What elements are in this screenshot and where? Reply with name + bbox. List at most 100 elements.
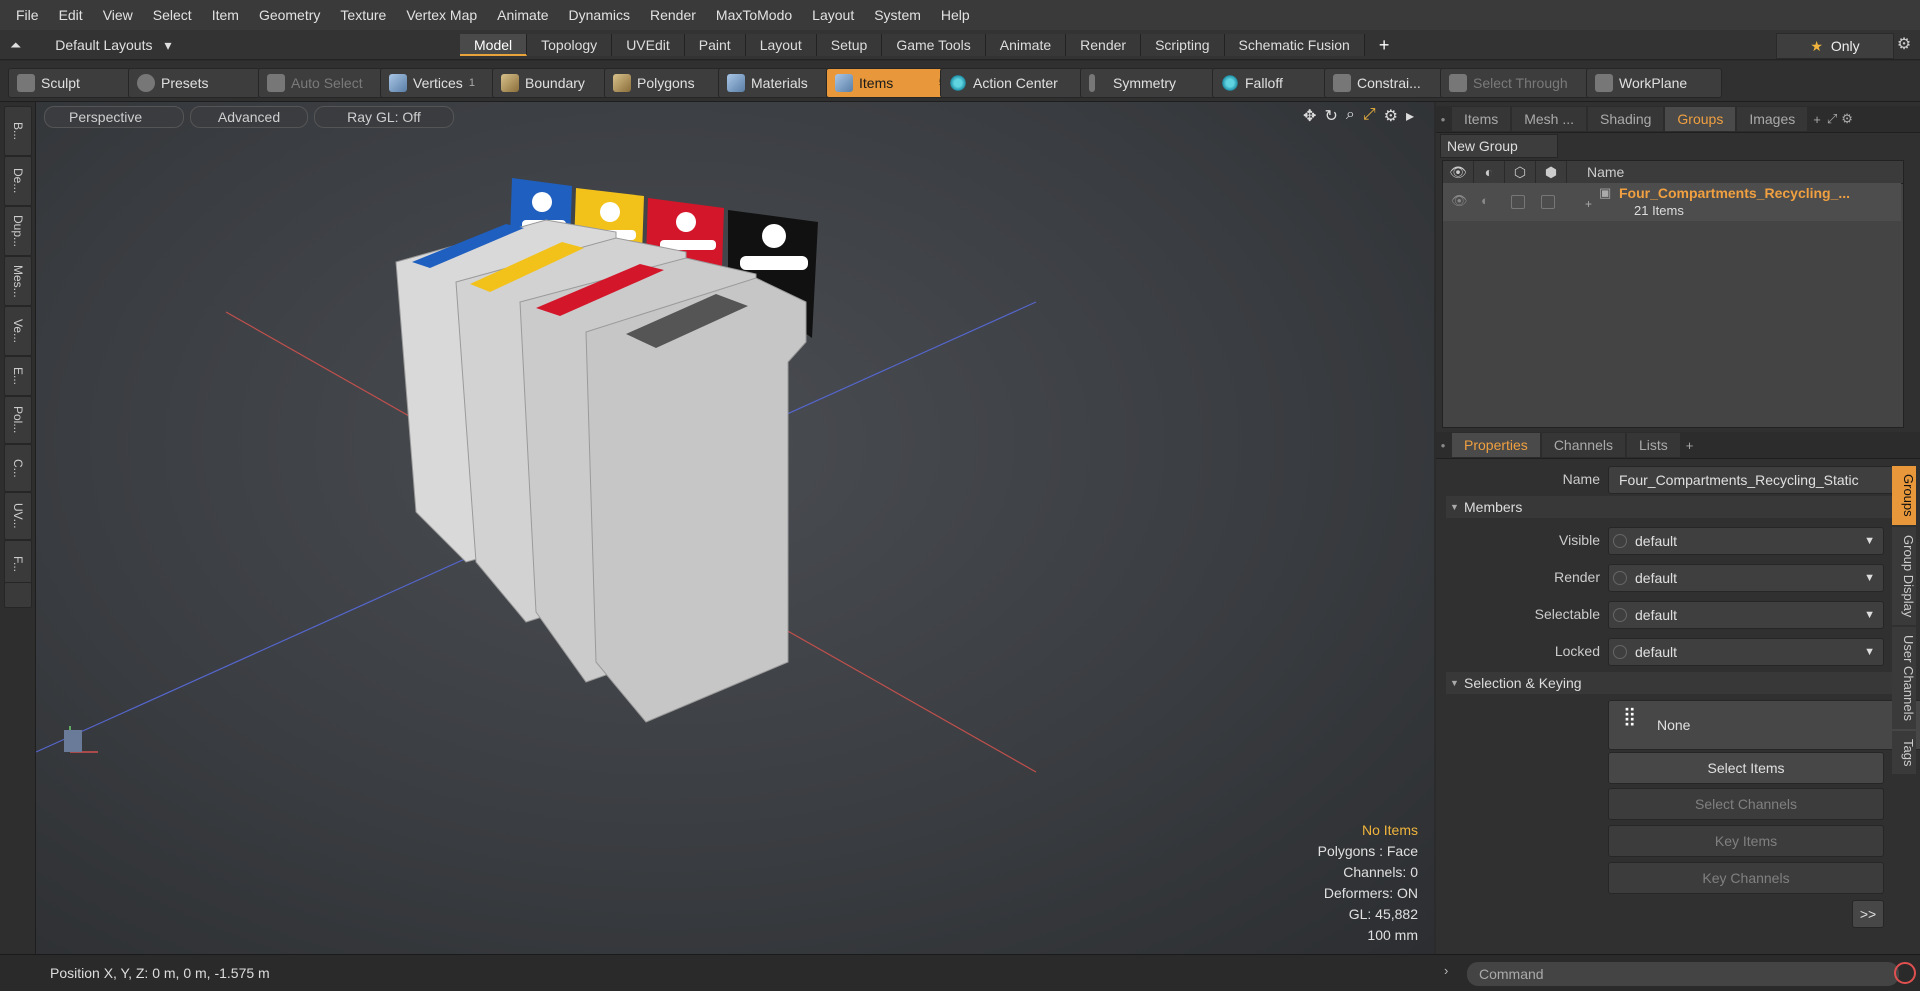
- layout-selector[interactable]: ⏶ Default Layouts ▾: [10, 30, 172, 60]
- menu-geometry[interactable]: Geometry: [249, 0, 330, 30]
- tab-shading[interactable]: Shading: [1588, 107, 1664, 131]
- left-tab-basic[interactable]: B...: [4, 106, 32, 156]
- items-button[interactable]: Items5: [826, 68, 954, 98]
- menu-render[interactable]: Render: [640, 0, 706, 30]
- menu-file[interactable]: File: [6, 0, 49, 30]
- left-tab-curve[interactable]: C...: [4, 444, 32, 492]
- gear-icon[interactable]: ⚙: [1892, 33, 1916, 57]
- tab-animate[interactable]: Animate: [985, 34, 1067, 56]
- expand-plus-icon[interactable]: +: [1585, 197, 1592, 211]
- left-tab-polygon[interactable]: Pol...: [4, 396, 32, 444]
- lock-icon[interactable]: ⬢: [1536, 161, 1567, 183]
- sculpt-button[interactable]: Sculpt: [8, 68, 144, 98]
- menu-texture[interactable]: Texture: [330, 0, 396, 30]
- key-items-button[interactable]: Key Items: [1608, 825, 1884, 857]
- group-name-field[interactable]: Four_Compartments_Recycling_Static: [1608, 466, 1894, 494]
- menu-item[interactable]: Item: [202, 0, 249, 30]
- auto-select-button[interactable]: Auto Select: [258, 68, 396, 98]
- tab-setup[interactable]: Setup: [816, 34, 883, 56]
- key-channels-button[interactable]: Key Channels: [1608, 862, 1884, 894]
- tab-topology[interactable]: Topology: [527, 34, 613, 56]
- left-tab-deform[interactable]: De...: [4, 156, 32, 206]
- row-select-checkbox[interactable]: [1511, 195, 1525, 209]
- tab-game-tools[interactable]: Game Tools: [882, 34, 986, 56]
- tab-groups[interactable]: Groups: [1665, 107, 1736, 131]
- selectable-dropdown[interactable]: default ▼: [1608, 601, 1884, 629]
- left-tab-uv[interactable]: UV...: [4, 492, 32, 540]
- presets-button[interactable]: Presets: [128, 68, 260, 98]
- select-channels-button[interactable]: Select Channels: [1608, 788, 1884, 820]
- select-lock-icon[interactable]: ⬡: [1505, 161, 1536, 183]
- tab-model[interactable]: Model: [460, 34, 528, 56]
- render-dropdown[interactable]: default ▼: [1608, 564, 1884, 592]
- left-tab-duplicate[interactable]: Dup...: [4, 206, 32, 256]
- tab-paint[interactable]: Paint: [684, 34, 746, 56]
- constraints-button[interactable]: Constrai...: [1324, 68, 1456, 98]
- menu-layout[interactable]: Layout: [802, 0, 864, 30]
- tab-layout[interactable]: Layout: [745, 34, 817, 56]
- materials-button[interactable]: Materials: [718, 68, 842, 98]
- workplane-button[interactable]: WorkPlane: [1586, 68, 1722, 98]
- polygons-button[interactable]: Polygons: [604, 68, 726, 98]
- falloff-button[interactable]: Falloff: [1212, 68, 1340, 98]
- collapse-up-icon[interactable]: ⏶: [10, 37, 21, 54]
- select-through-button[interactable]: Select Through: [1440, 68, 1602, 98]
- vertices-button[interactable]: Vertices 1: [380, 68, 508, 98]
- tab-render[interactable]: Render: [1066, 34, 1142, 56]
- 3d-viewport[interactable]: •Perspective Advanced Ray GL: Off ✥ ↻ ⌕ …: [36, 102, 1434, 954]
- only-button[interactable]: ★ Only: [1776, 33, 1894, 59]
- tab-channels[interactable]: Channels: [1541, 433, 1625, 457]
- add-properties-tab-icon[interactable]: +: [1686, 438, 1694, 453]
- command-input[interactable]: Command: [1466, 961, 1900, 987]
- menu-maxtomodo[interactable]: MaxToModo: [706, 0, 802, 30]
- members-section[interactable]: Members: [1446, 496, 1896, 518]
- tab-mesh[interactable]: Mesh ...: [1512, 107, 1587, 131]
- side-tab-group-display[interactable]: Group Display: [1892, 526, 1916, 626]
- select-through-icon: [1449, 74, 1467, 92]
- record-icon[interactable]: [1894, 962, 1916, 984]
- render-icon[interactable]: ◐: [1474, 161, 1505, 183]
- left-tab-fusion[interactable]: F...: [4, 540, 32, 588]
- left-tab-edge[interactable]: E...: [4, 356, 32, 396]
- group-row[interactable]: 👁 ◐ + ▣ Four_Compartments_Recycling_... …: [1443, 183, 1901, 221]
- row-render-icon[interactable]: ◐: [1481, 193, 1489, 208]
- visible-dropdown[interactable]: default ▼: [1608, 527, 1884, 555]
- menu-help[interactable]: Help: [931, 0, 980, 30]
- add-tab-icon[interactable]: +: [1365, 34, 1404, 56]
- tab-uvedit[interactable]: UVEdit: [612, 34, 685, 56]
- select-items-button[interactable]: Select Items: [1608, 752, 1884, 784]
- menu-system[interactable]: System: [864, 0, 931, 30]
- tab-scripting[interactable]: Scripting: [1141, 34, 1225, 56]
- selection-keying-section[interactable]: Selection & Keying: [1446, 672, 1896, 694]
- side-tab-user-channels[interactable]: User Channels: [1892, 627, 1916, 730]
- menu-edit[interactable]: Edit: [49, 0, 93, 30]
- menu-vertex-map[interactable]: Vertex Map: [396, 0, 487, 30]
- row-eye-icon[interactable]: 👁: [1451, 193, 1468, 209]
- left-tab-mesh[interactable]: Mes...: [4, 256, 32, 306]
- menu-dynamics[interactable]: Dynamics: [559, 0, 640, 30]
- menu-animate[interactable]: Animate: [487, 0, 558, 30]
- boundary-button[interactable]: Boundary: [492, 68, 620, 98]
- symmetry-button[interactable]: Symmetry: [1080, 68, 1228, 98]
- tab-lists[interactable]: Lists: [1626, 433, 1680, 457]
- tab-schematic-fusion[interactable]: Schematic Fusion: [1224, 34, 1365, 56]
- add-panel-tab-icon[interactable]: +: [1813, 112, 1821, 127]
- row-lock-checkbox[interactable]: [1541, 195, 1555, 209]
- none-preset-button[interactable]: ⣿ None: [1608, 700, 1920, 750]
- tab-images[interactable]: Images: [1737, 107, 1808, 131]
- visibility-eye-icon[interactable]: 👁: [1443, 161, 1474, 183]
- left-tab-extra[interactable]: [4, 582, 32, 608]
- more-button[interactable]: >>: [1852, 900, 1884, 928]
- left-tab-vertex[interactable]: Ve...: [4, 306, 32, 356]
- menu-view[interactable]: View: [93, 0, 143, 30]
- side-tab-groups[interactable]: Groups: [1892, 466, 1916, 525]
- locked-dropdown[interactable]: default ▼: [1608, 638, 1884, 666]
- side-tab-tags[interactable]: Tags: [1892, 731, 1916, 775]
- menu-select[interactable]: Select: [143, 0, 202, 30]
- action-center-button[interactable]: Action Center: [940, 68, 1094, 98]
- tab-items[interactable]: Items: [1452, 107, 1511, 131]
- expand-panel-icon[interactable]: ⤢: [1827, 111, 1837, 127]
- new-group-button[interactable]: New Group: [1440, 134, 1558, 158]
- panel-gear-icon[interactable]: ⚙: [1841, 111, 1853, 127]
- tab-properties[interactable]: Properties: [1452, 433, 1540, 457]
